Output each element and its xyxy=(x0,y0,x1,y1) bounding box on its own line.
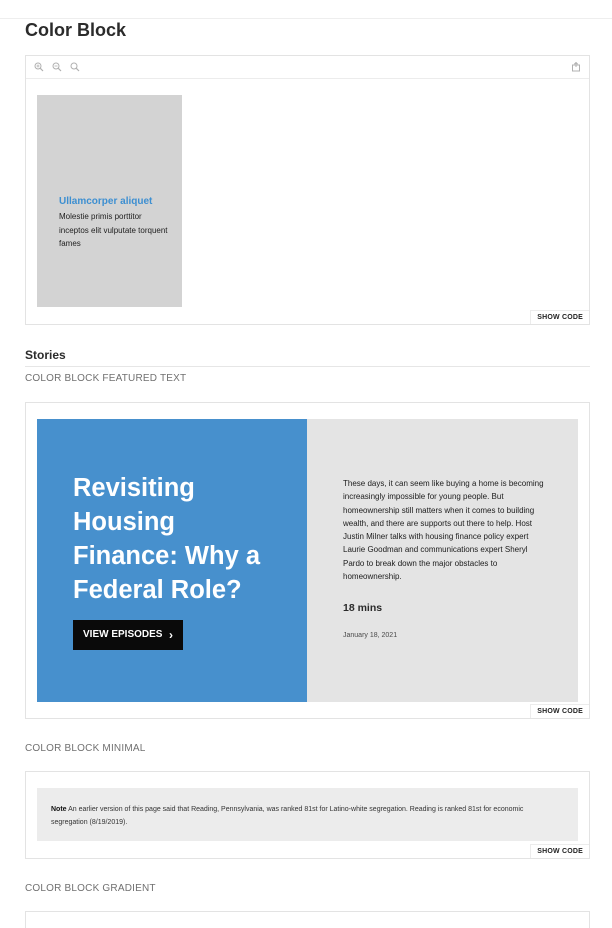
color-block-card: Ullamcorper aliquet Molestie primis port… xyxy=(37,95,182,307)
top-divider xyxy=(0,18,612,19)
gradient-panel xyxy=(25,911,590,928)
chevron-right-icon: › xyxy=(169,628,173,642)
card-body-text: Molestie primis porttitor inceptos elit … xyxy=(59,212,168,248)
view-episodes-label: VIEW EPISODES xyxy=(83,629,163,640)
note-content: Note An earlier version of this page sai… xyxy=(51,804,551,829)
zoom-in-icon[interactable] xyxy=(34,62,44,72)
show-code-button[interactable]: SHOW CODE xyxy=(530,704,589,718)
note-block: Note An earlier version of this page sai… xyxy=(37,788,578,841)
note-label: Note xyxy=(51,806,67,813)
section-title-stories: Stories xyxy=(25,348,66,362)
card-title-link[interactable]: Ullamcorper aliquet xyxy=(59,196,152,207)
zoom-reset-icon[interactable] xyxy=(70,62,80,72)
section-divider xyxy=(25,366,590,367)
featured-description: These days, it can seem like buying a ho… xyxy=(343,479,544,582)
preview-toolbar xyxy=(26,56,589,79)
episode-duration: 18 mins xyxy=(343,602,383,614)
featured-text-label: COLOR BLOCK FEATURED TEXT xyxy=(25,373,187,384)
zoom-out-icon[interactable] xyxy=(52,62,62,72)
show-code-button[interactable]: SHOW CODE xyxy=(530,310,589,324)
note-text: An earlier version of this page said tha… xyxy=(51,806,524,826)
featured-description-block: These days, it can seem like buying a ho… xyxy=(307,419,578,702)
featured-text-panel: Revisiting Housing Finance: Why a Federa… xyxy=(25,402,590,719)
featured-headline: Revisiting Housing Finance: Why a Federa… xyxy=(73,474,261,604)
open-new-tab-icon[interactable] xyxy=(571,62,581,72)
color-block-preview-panel: Ullamcorper aliquet Molestie primis port… xyxy=(25,55,590,325)
show-code-button[interactable]: SHOW CODE xyxy=(530,844,589,858)
featured-color-block: Revisiting Housing Finance: Why a Federa… xyxy=(37,419,307,702)
gradient-label: COLOR BLOCK GRADIENT xyxy=(25,883,156,894)
view-episodes-button[interactable]: VIEW EPISODES › xyxy=(73,620,183,650)
episode-date: January 18, 2021 xyxy=(343,632,398,639)
minimal-panel: Note An earlier version of this page sai… xyxy=(25,771,590,859)
minimal-label: COLOR BLOCK MINIMAL xyxy=(25,743,146,754)
page-title: Color Block xyxy=(25,20,127,40)
